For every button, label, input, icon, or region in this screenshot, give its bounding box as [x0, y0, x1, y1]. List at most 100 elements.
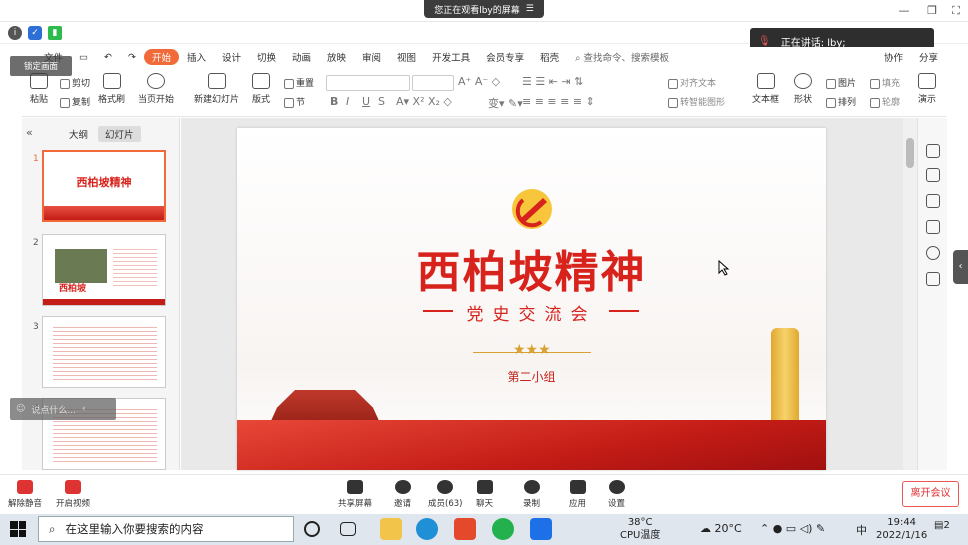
slide-thumbnail-3[interactable] — [42, 316, 166, 388]
command-search[interactable]: 查找命令、搜索模板 — [583, 53, 669, 64]
reset-button[interactable]: 重置 — [284, 76, 314, 89]
ime-indicator[interactable]: 中 — [856, 522, 867, 538]
settings-button[interactable]: 设置 — [608, 480, 625, 509]
search-icon: ⌕ — [49, 521, 56, 536]
play-current-button[interactable]: 当页开始 — [138, 73, 174, 105]
font-size-select[interactable] — [412, 75, 454, 91]
textbox-button[interactable]: 文本框 — [752, 73, 779, 105]
tray-icons[interactable]: ⌃ ● ▭ ◁) ✎ — [760, 522, 825, 535]
bold-icon[interactable]: B — [330, 95, 338, 108]
collab-button[interactable]: 协作 — [876, 50, 911, 64]
backup-icon[interactable] — [926, 272, 940, 286]
strikethrough-icon[interactable]: S — [378, 95, 385, 108]
unmute-button[interactable]: 解除静音 — [8, 480, 42, 509]
record-button[interactable]: 录制 — [523, 480, 540, 509]
font-grow-icon[interactable]: A⁺ A⁻ ◇ — [458, 75, 500, 88]
present-button[interactable]: 演示 — [918, 73, 936, 105]
collapse-panel-icon[interactable]: « — [26, 126, 33, 139]
minimize-icon[interactable]: — — [896, 3, 912, 19]
cut-button[interactable]: 剪切 — [60, 76, 90, 89]
slide-subtitle: 党史交流会 — [466, 305, 597, 325]
tab-review[interactable]: 审阅 — [354, 50, 389, 64]
format-painter-button[interactable]: 格式刷 — [98, 73, 125, 105]
chat-button[interactable]: 聊天 — [476, 480, 493, 509]
office-icon[interactable] — [454, 518, 476, 540]
undo-icon[interactable]: ↶ — [96, 52, 120, 63]
apps-button[interactable]: 应用 — [569, 480, 586, 509]
side-panel-handle[interactable]: ‹ — [953, 250, 968, 284]
list-icon[interactable]: ☰ ☰ ⇤ ⇥ ⇅ — [522, 75, 583, 88]
chat-icon — [476, 480, 493, 494]
cortana-icon[interactable] — [304, 521, 320, 537]
section-button[interactable]: 节 — [284, 95, 305, 108]
current-slide[interactable]: 西柏坡精神 党史交流会 ★★★ 第二小组 — [237, 128, 826, 470]
highlight-icon[interactable]: 变▾ ✎▾ — [488, 95, 523, 111]
share-screen-button[interactable]: 共享屏幕 — [338, 480, 372, 509]
collapse-icon[interactable]: ‹ — [82, 404, 86, 414]
redo-icon[interactable]: ↷ — [120, 52, 144, 63]
wechat-icon[interactable] — [492, 518, 514, 540]
sliders-icon[interactable] — [926, 168, 940, 182]
align-text-button[interactable]: 对齐文本 — [668, 76, 716, 89]
underline-icon[interactable]: U — [362, 95, 370, 108]
rocket-icon[interactable] — [926, 144, 940, 158]
animation-icon[interactable] — [926, 194, 940, 208]
outline-button[interactable]: 轮廓 — [870, 95, 900, 108]
tab-slideshow[interactable]: 放映 — [319, 50, 354, 64]
transition-icon[interactable] — [926, 220, 940, 234]
weather-icon[interactable]: ☁ 20°C — [700, 522, 742, 535]
lock-view-button[interactable]: 锁定画面 — [10, 56, 72, 76]
paste-button[interactable]: 粘贴 — [30, 73, 48, 105]
taskbar-search-input[interactable]: ⌕ 在这里输入你要搜索的内容 — [38, 516, 294, 542]
shape-button[interactable]: 形状 — [794, 73, 812, 105]
canvas-scrollbar[interactable] — [903, 118, 917, 470]
italic-icon[interactable]: I — [346, 95, 349, 108]
layout-button[interactable]: 版式 — [252, 73, 270, 105]
search-icon[interactable]: ⌕ 查找命令、搜索模板 — [567, 50, 677, 64]
tab-home[interactable]: 开始 — [143, 49, 179, 65]
party-emblem-icon — [512, 189, 552, 229]
start-video-button[interactable]: 开启视频 — [56, 480, 90, 509]
tab-member[interactable]: 会员专享 — [478, 50, 532, 64]
clock[interactable]: 19:44 2022/1/16 — [876, 516, 927, 542]
help-icon[interactable] — [926, 246, 940, 260]
tab-slides[interactable]: 幻灯片 — [98, 126, 141, 142]
slide-thumbnail-2[interactable]: 西柏坡 — [42, 234, 166, 306]
fill-button[interactable]: 填充 — [870, 76, 900, 89]
windows-start-icon[interactable] — [10, 521, 26, 537]
tencent-meeting-icon[interactable] — [530, 518, 552, 540]
scrollbar-thumb[interactable] — [906, 138, 914, 168]
tab-transition[interactable]: 切换 — [249, 50, 284, 64]
say-something-input[interactable]: ☺ 说点什么... ‹ — [10, 398, 116, 420]
restore-icon[interactable]: ❐ — [924, 3, 940, 19]
font-color-icon[interactable]: A▾ X² X₂ ◇ — [396, 95, 452, 108]
file-explorer-icon[interactable] — [380, 518, 402, 540]
tab-view[interactable]: 视图 — [389, 50, 424, 64]
font-name-select[interactable] — [326, 75, 410, 91]
security-shield-icon[interactable]: ✓ — [28, 26, 42, 40]
leave-meeting-button[interactable]: 离开会议 — [902, 481, 959, 507]
smartart-button[interactable]: 转智能图形 — [668, 95, 725, 108]
fullscreen-icon[interactable]: ⛶ — [948, 3, 964, 19]
align-icon[interactable]: ≡ ≡ ≡ ≡ ≡ ⇕ — [522, 95, 595, 108]
picture-button[interactable]: 图片 — [826, 76, 856, 89]
tab-developer[interactable]: 开发工具 — [424, 50, 478, 64]
copy-button[interactable]: 复制 — [60, 95, 90, 108]
tab-outline[interactable]: 大纲 — [62, 126, 95, 142]
notification-icon[interactable]: ▤2 — [934, 520, 950, 531]
tab-animation[interactable]: 动画 — [284, 50, 319, 64]
tab-docer[interactable]: 稻壳 — [532, 50, 567, 64]
tab-insert[interactable]: 插入 — [179, 50, 214, 64]
arrange-button[interactable]: 排列 — [826, 95, 856, 108]
info-icon[interactable]: i — [8, 26, 22, 40]
slide-thumbnail-1[interactable]: 西柏坡精神 — [42, 150, 166, 222]
share-button[interactable]: 分享 — [911, 50, 946, 64]
save-icon[interactable]: ▭ — [71, 52, 96, 63]
invite-button[interactable]: 邀请 — [394, 480, 411, 509]
new-slide-button[interactable]: 新建幻灯片 — [194, 73, 239, 105]
tab-design[interactable]: 设计 — [214, 50, 249, 64]
members-button[interactable]: 成员(63) — [428, 480, 462, 509]
edge-icon[interactable] — [416, 518, 438, 540]
task-view-icon[interactable] — [340, 522, 356, 536]
share-banner[interactable]: 您正在观看lby的屏幕 ☰ — [424, 0, 544, 18]
